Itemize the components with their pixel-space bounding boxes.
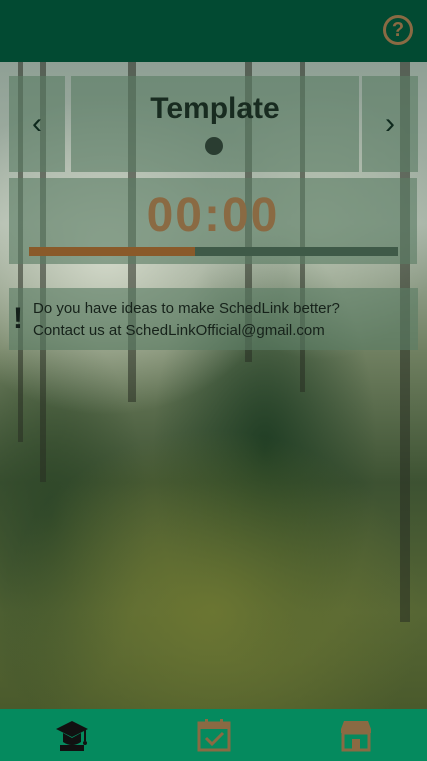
template-selector[interactable]: Template [71, 76, 359, 172]
bottom-nav [0, 709, 427, 761]
template-title: Template [150, 92, 280, 125]
help-icon[interactable]: ? [383, 15, 413, 45]
timer-display: 00:00 [146, 189, 280, 242]
timer-progress-fill [29, 247, 196, 256]
exclamation-icon: ! [13, 302, 23, 335]
timer-panel[interactable]: 00:00 [9, 178, 417, 264]
next-template-button[interactable]: › [362, 76, 418, 172]
previous-template-button[interactable]: ‹ [9, 76, 65, 172]
graduation-icon[interactable] [54, 717, 90, 753]
top-bar: ? [0, 0, 427, 62]
timer-progress-bar [29, 247, 398, 256]
calendar-check-icon[interactable] [196, 717, 232, 753]
notice-text-line2: Contact us at SchedLinkOfficial@gmail.co… [33, 322, 325, 339]
store-icon[interactable] [338, 717, 374, 753]
notice-text-line1: Do you have ideas to make SchedLink bett… [33, 300, 340, 317]
feedback-notice: ! Do you have ideas to make SchedLink be… [9, 288, 418, 350]
chevron-left-icon: ‹ [32, 107, 42, 140]
page-indicator-dot [205, 137, 223, 155]
chevron-right-icon: › [385, 107, 395, 140]
